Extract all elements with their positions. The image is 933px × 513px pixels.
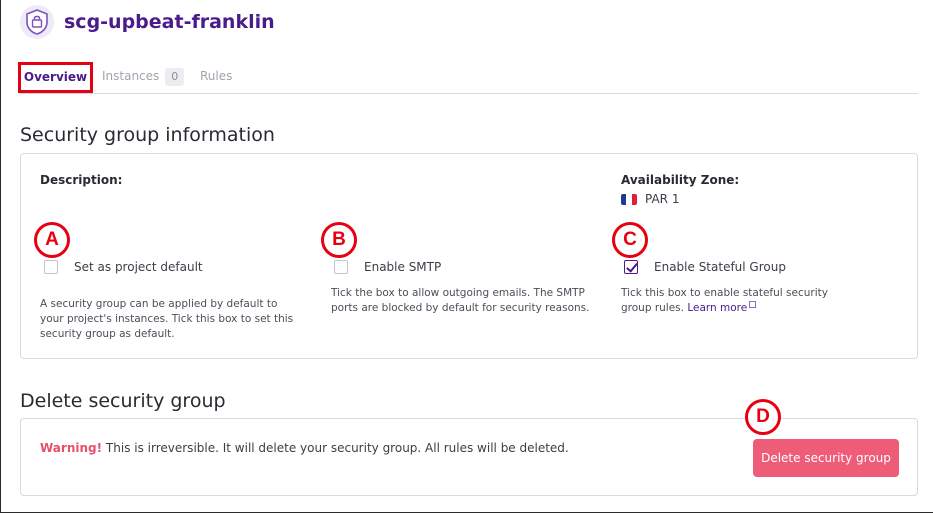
delete-security-group-button[interactable]: Delete security group (753, 439, 899, 477)
stateful-group-help: Tick this box to enable stateful securit… (621, 286, 861, 316)
tab-bar: Overview Instances 0 Rules (18, 62, 918, 94)
delete-section-title: Delete security group (20, 390, 226, 412)
shield-lock-icon (20, 5, 54, 39)
project-default-option[interactable]: Set as project default (44, 260, 203, 274)
description-label: Description: (40, 173, 123, 187)
instances-count-badge: 0 (165, 68, 185, 86)
tab-rules-label: Rules (200, 69, 233, 83)
tab-instances-label: Instances (102, 69, 160, 83)
annotation-badge-b: B (321, 222, 357, 258)
stateful-group-label: Enable Stateful Group (654, 260, 786, 274)
project-default-help: A security group can be applied by defau… (40, 298, 294, 340)
learn-more-label: Learn more (687, 302, 748, 314)
learn-more-link[interactable]: Learn more (687, 301, 757, 314)
tab-overview[interactable]: Overview (18, 62, 93, 93)
delete-warning: Warning! This is irreversible. It will d… (40, 441, 569, 455)
enable-smtp-help: Tick the box to allow outgoing emails. T… (331, 287, 590, 314)
availability-zone-label: Availability Zone: (621, 173, 740, 187)
warning-text: This is irreversible. It will delete you… (105, 441, 569, 455)
tab-instances[interactable]: Instances 0 (102, 62, 185, 94)
warning-label: Warning! (40, 441, 103, 455)
france-flag-icon (621, 193, 637, 205)
page-header: scg-upbeat-franklin (20, 5, 275, 39)
tab-overview-label: Overview (23, 70, 88, 84)
delete-card: Warning! This is irreversible. It will d… (20, 399, 918, 496)
info-section-title: Security group information (20, 124, 275, 146)
availability-zone-text: PAR 1 (645, 192, 680, 206)
page-title: scg-upbeat-franklin (64, 11, 275, 33)
annotation-badge-c: C (612, 222, 648, 258)
enable-smtp-option[interactable]: Enable SMTP (334, 260, 441, 274)
project-default-label: Set as project default (74, 260, 203, 274)
annotation-badge-d: D (745, 399, 781, 435)
info-card: Description: Availability Zone: PAR 1 A … (20, 153, 918, 359)
external-link-icon (749, 301, 757, 308)
project-default-checkbox[interactable] (44, 260, 58, 274)
enable-smtp-label: Enable SMTP (364, 260, 442, 274)
tab-rules[interactable]: Rules (200, 62, 232, 94)
stateful-group-checkbox[interactable] (624, 260, 638, 274)
enable-smtp-checkbox[interactable] (334, 260, 348, 274)
stateful-group-option[interactable]: Enable Stateful Group (624, 260, 786, 274)
availability-zone-value: PAR 1 (621, 192, 679, 206)
annotation-badge-a: A (34, 222, 70, 258)
